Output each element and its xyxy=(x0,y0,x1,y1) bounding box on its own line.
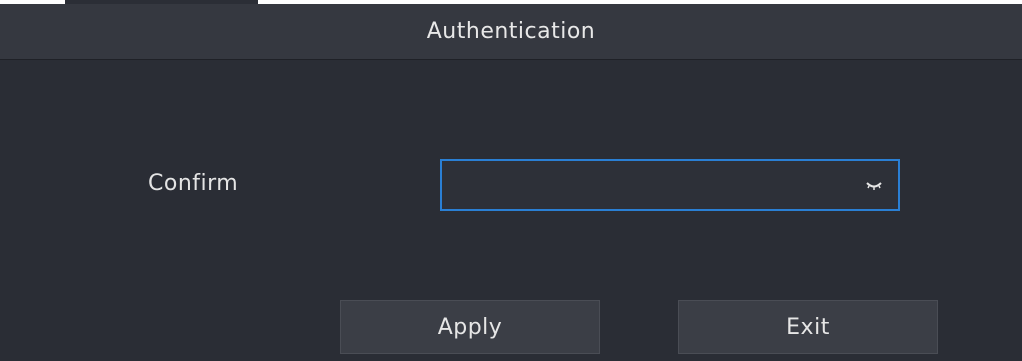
confirm-password-field[interactable] xyxy=(440,159,900,211)
dialog-header: Authentication xyxy=(0,4,1022,60)
confirm-label: Confirm xyxy=(148,171,239,196)
apply-button[interactable]: Apply xyxy=(340,300,600,354)
authentication-dialog: Authentication Confirm Apply Exit xyxy=(0,4,1022,361)
eye-closed-icon[interactable] xyxy=(866,178,882,192)
dialog-title: Authentication xyxy=(426,19,596,44)
exit-button[interactable]: Exit xyxy=(678,300,938,354)
confirm-password-input[interactable] xyxy=(450,161,854,211)
